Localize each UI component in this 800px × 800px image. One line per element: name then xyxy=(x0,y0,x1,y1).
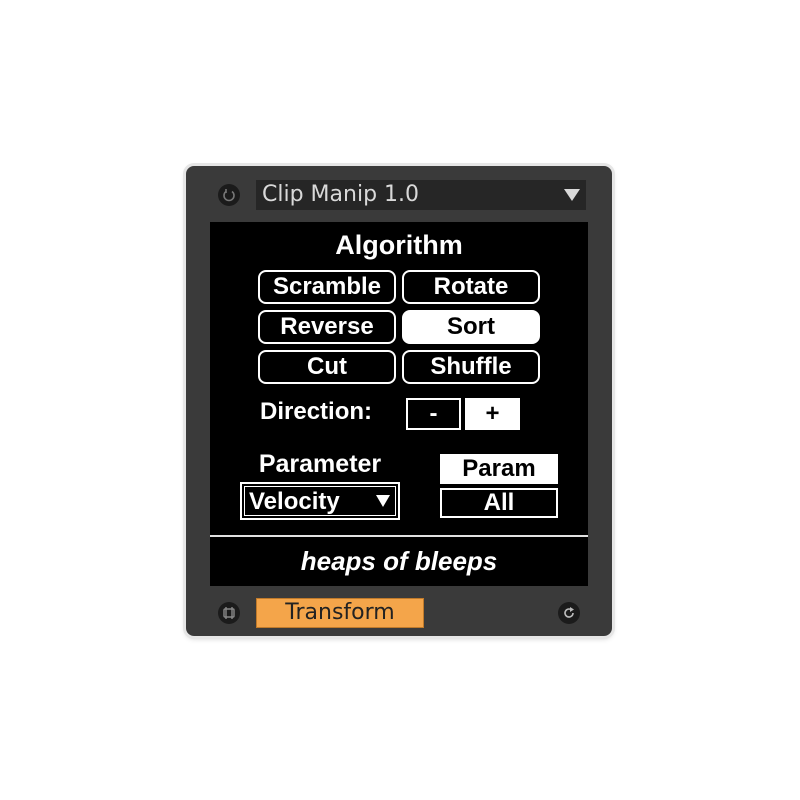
parameter-value: Velocity xyxy=(244,486,396,516)
preset-name: Clip Manip 1.0 xyxy=(262,182,420,207)
device-bottom-bar: Transform xyxy=(186,590,612,636)
direction-plus-button[interactable]: + xyxy=(465,398,520,430)
algorithm-title: Algorithm xyxy=(335,230,463,260)
parameter-select[interactable]: Velocity xyxy=(240,482,400,520)
algorithm-scramble-button[interactable]: Scramble xyxy=(258,270,396,304)
algorithm-cut-button[interactable]: Cut xyxy=(258,350,396,384)
algorithm-shuffle-button[interactable]: Shuffle xyxy=(402,350,540,384)
direction-minus-button[interactable]: - xyxy=(406,398,461,430)
chevron-down-icon xyxy=(564,189,580,201)
algorithm-rotate-button[interactable]: Rotate xyxy=(402,270,540,304)
map-icon[interactable] xyxy=(218,602,240,624)
main-panel: Algorithm Scramble Rotate Reverse Sort C… xyxy=(210,222,588,586)
refresh-icon[interactable] xyxy=(558,602,580,624)
chevron-down-icon xyxy=(376,495,390,507)
all-mode-button[interactable]: All xyxy=(440,488,558,518)
direction-label: Direction: xyxy=(260,398,373,425)
preset-select[interactable]: Clip Manip 1.0 xyxy=(256,180,586,210)
tagline: heaps of bleeps xyxy=(300,546,498,576)
algorithm-reverse-button[interactable]: Reverse xyxy=(258,310,396,344)
power-icon[interactable] xyxy=(218,184,240,206)
algorithm-sort-button[interactable]: Sort xyxy=(402,310,540,344)
transform-button[interactable]: Transform xyxy=(256,598,424,628)
device-window: Clip Manip 1.0 Algorithm Scramble Rotate… xyxy=(186,166,612,636)
parameter-label: Parameter xyxy=(258,450,382,478)
param-mode-button[interactable]: Param xyxy=(440,454,558,484)
device-title-bar: Clip Manip 1.0 xyxy=(186,166,612,222)
